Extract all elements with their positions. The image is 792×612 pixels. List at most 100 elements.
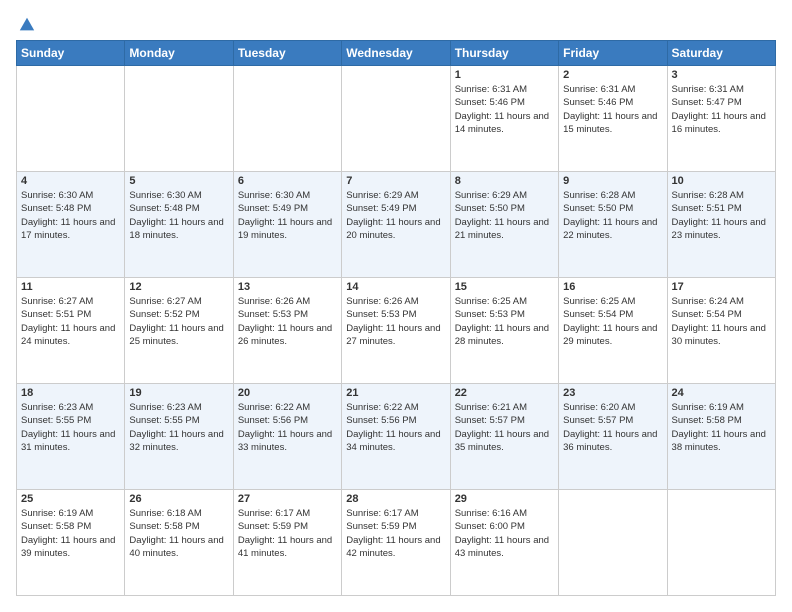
calendar-table: SundayMondayTuesdayWednesdayThursdayFrid… [16, 40, 776, 596]
calendar-cell: 7 Sunrise: 6:29 AM Sunset: 5:49 PM Daylig… [342, 172, 450, 278]
day-number: 26 [129, 493, 228, 505]
day-info: Sunrise: 6:17 AM Sunset: 5:59 PM Dayligh… [238, 507, 337, 560]
day-info: Sunrise: 6:24 AM Sunset: 5:54 PM Dayligh… [672, 295, 771, 348]
day-number: 15 [455, 281, 554, 293]
day-number: 10 [672, 175, 771, 187]
day-number: 3 [672, 69, 771, 81]
weekday-header-tuesday: Tuesday [233, 41, 341, 66]
calendar-cell: 4 Sunrise: 6:30 AM Sunset: 5:48 PM Daylig… [17, 172, 125, 278]
calendar-cell: 10 Sunrise: 6:28 AM Sunset: 5:51 PM Dayli… [667, 172, 775, 278]
calendar-cell [17, 66, 125, 172]
day-number: 6 [238, 175, 337, 187]
day-number: 1 [455, 69, 554, 81]
day-number: 18 [21, 387, 120, 399]
day-info: Sunrise: 6:28 AM Sunset: 5:51 PM Dayligh… [672, 189, 771, 242]
day-number: 25 [21, 493, 120, 505]
day-number: 27 [238, 493, 337, 505]
calendar-cell: 24 Sunrise: 6:19 AM Sunset: 5:58 PM Dayli… [667, 384, 775, 490]
calendar-cell: 22 Sunrise: 6:21 AM Sunset: 5:57 PM Dayli… [450, 384, 558, 490]
day-info: Sunrise: 6:26 AM Sunset: 5:53 PM Dayligh… [346, 295, 445, 348]
day-info: Sunrise: 6:21 AM Sunset: 5:57 PM Dayligh… [455, 401, 554, 454]
day-number: 20 [238, 387, 337, 399]
day-info: Sunrise: 6:31 AM Sunset: 5:46 PM Dayligh… [455, 83, 554, 136]
day-info: Sunrise: 6:23 AM Sunset: 5:55 PM Dayligh… [129, 401, 228, 454]
weekday-header-saturday: Saturday [667, 41, 775, 66]
calendar-header-row: SundayMondayTuesdayWednesdayThursdayFrid… [17, 41, 776, 66]
day-number: 9 [563, 175, 662, 187]
weekday-header-thursday: Thursday [450, 41, 558, 66]
day-number: 19 [129, 387, 228, 399]
day-info: Sunrise: 6:27 AM Sunset: 5:51 PM Dayligh… [21, 295, 120, 348]
calendar-cell: 17 Sunrise: 6:24 AM Sunset: 5:54 PM Dayli… [667, 278, 775, 384]
calendar-cell [125, 66, 233, 172]
day-number: 11 [21, 281, 120, 293]
day-number: 4 [21, 175, 120, 187]
logo [16, 16, 36, 30]
calendar-week-row: 11 Sunrise: 6:27 AM Sunset: 5:51 PM Dayli… [17, 278, 776, 384]
day-info: Sunrise: 6:31 AM Sunset: 5:46 PM Dayligh… [563, 83, 662, 136]
calendar-cell: 19 Sunrise: 6:23 AM Sunset: 5:55 PM Dayli… [125, 384, 233, 490]
day-number: 28 [346, 493, 445, 505]
calendar-cell: 9 Sunrise: 6:28 AM Sunset: 5:50 PM Daylig… [559, 172, 667, 278]
calendar-week-row: 25Sunrise: 6:19 AM Sunset: 5:58 PM Dayli… [17, 490, 776, 596]
calendar-cell: 25Sunrise: 6:19 AM Sunset: 5:58 PM Dayli… [17, 490, 125, 596]
calendar-cell: 8Sunrise: 6:29 AM Sunset: 5:50 PM Daylig… [450, 172, 558, 278]
day-info: Sunrise: 6:17 AM Sunset: 5:59 PM Dayligh… [346, 507, 445, 560]
day-info: Sunrise: 6:16 AM Sunset: 6:00 PM Dayligh… [455, 507, 554, 560]
day-info: Sunrise: 6:22 AM Sunset: 5:56 PM Dayligh… [238, 401, 337, 454]
day-info: Sunrise: 6:26 AM Sunset: 5:53 PM Dayligh… [238, 295, 337, 348]
day-info: Sunrise: 6:23 AM Sunset: 5:55 PM Dayligh… [21, 401, 120, 454]
day-number: 16 [563, 281, 662, 293]
calendar-cell: 2 Sunrise: 6:31 AM Sunset: 5:46 PM Daylig… [559, 66, 667, 172]
calendar-cell [233, 66, 341, 172]
weekday-header-friday: Friday [559, 41, 667, 66]
calendar-cell: 11 Sunrise: 6:27 AM Sunset: 5:51 PM Dayli… [17, 278, 125, 384]
calendar-cell: 26 Sunrise: 6:18 AM Sunset: 5:58 PM Dayli… [125, 490, 233, 596]
day-info: Sunrise: 6:29 AM Sunset: 5:49 PM Dayligh… [346, 189, 445, 242]
day-number: 22 [455, 387, 554, 399]
calendar-cell [667, 490, 775, 596]
day-number: 29 [455, 493, 554, 505]
calendar-cell: 20 Sunrise: 6:22 AM Sunset: 5:56 PM Dayli… [233, 384, 341, 490]
calendar-cell: 16 Sunrise: 6:25 AM Sunset: 5:54 PM Dayli… [559, 278, 667, 384]
day-number: 24 [672, 387, 771, 399]
day-info: Sunrise: 6:30 AM Sunset: 5:49 PM Dayligh… [238, 189, 337, 242]
calendar-week-row: 1 Sunrise: 6:31 AM Sunset: 5:46 PM Daylig… [17, 66, 776, 172]
day-number: 5 [129, 175, 228, 187]
logo-icon [18, 16, 36, 34]
calendar-cell: 29 Sunrise: 6:16 AM Sunset: 6:00 PM Dayli… [450, 490, 558, 596]
calendar-cell: 13Sunrise: 6:26 AM Sunset: 5:53 PM Dayli… [233, 278, 341, 384]
calendar-week-row: 4 Sunrise: 6:30 AM Sunset: 5:48 PM Daylig… [17, 172, 776, 278]
day-info: Sunrise: 6:31 AM Sunset: 5:47 PM Dayligh… [672, 83, 771, 136]
calendar-cell: 15 Sunrise: 6:25 AM Sunset: 5:53 PM Dayli… [450, 278, 558, 384]
calendar-week-row: 18 Sunrise: 6:23 AM Sunset: 5:55 PM Dayli… [17, 384, 776, 490]
weekday-header-monday: Monday [125, 41, 233, 66]
calendar-cell: 5 Sunrise: 6:30 AM Sunset: 5:48 PM Daylig… [125, 172, 233, 278]
calendar-cell: 6 Sunrise: 6:30 AM Sunset: 5:49 PM Daylig… [233, 172, 341, 278]
day-info: Sunrise: 6:18 AM Sunset: 5:58 PM Dayligh… [129, 507, 228, 560]
day-info: Sunrise: 6:19 AM Sunset: 5:58 PM Dayligh… [672, 401, 771, 454]
calendar-cell: 1 Sunrise: 6:31 AM Sunset: 5:46 PM Daylig… [450, 66, 558, 172]
day-info: Sunrise: 6:20 AM Sunset: 5:57 PM Dayligh… [563, 401, 662, 454]
calendar-cell [559, 490, 667, 596]
calendar-cell: 23 Sunrise: 6:20 AM Sunset: 5:57 PM Dayli… [559, 384, 667, 490]
day-info: Sunrise: 6:25 AM Sunset: 5:54 PM Dayligh… [563, 295, 662, 348]
day-number: 14 [346, 281, 445, 293]
day-number: 7 [346, 175, 445, 187]
calendar-cell [342, 66, 450, 172]
day-number: 23 [563, 387, 662, 399]
day-info: Sunrise: 6:28 AM Sunset: 5:50 PM Dayligh… [563, 189, 662, 242]
day-info: Sunrise: 6:30 AM Sunset: 5:48 PM Dayligh… [129, 189, 228, 242]
day-number: 17 [672, 281, 771, 293]
calendar-cell: 21 Sunrise: 6:22 AM Sunset: 5:56 PM Dayli… [342, 384, 450, 490]
day-number: 12 [129, 281, 228, 293]
day-number: 21 [346, 387, 445, 399]
day-number: 2 [563, 69, 662, 81]
day-info: Sunrise: 6:25 AM Sunset: 5:53 PM Dayligh… [455, 295, 554, 348]
day-info: Sunrise: 6:30 AM Sunset: 5:48 PM Dayligh… [21, 189, 120, 242]
day-info: Sunrise: 6:29 AM Sunset: 5:50 PM Dayligh… [455, 189, 554, 242]
calendar-cell: 14 Sunrise: 6:26 AM Sunset: 5:53 PM Dayli… [342, 278, 450, 384]
day-info: Sunrise: 6:22 AM Sunset: 5:56 PM Dayligh… [346, 401, 445, 454]
day-info: Sunrise: 6:27 AM Sunset: 5:52 PM Dayligh… [129, 295, 228, 348]
page: SundayMondayTuesdayWednesdayThursdayFrid… [0, 0, 792, 612]
